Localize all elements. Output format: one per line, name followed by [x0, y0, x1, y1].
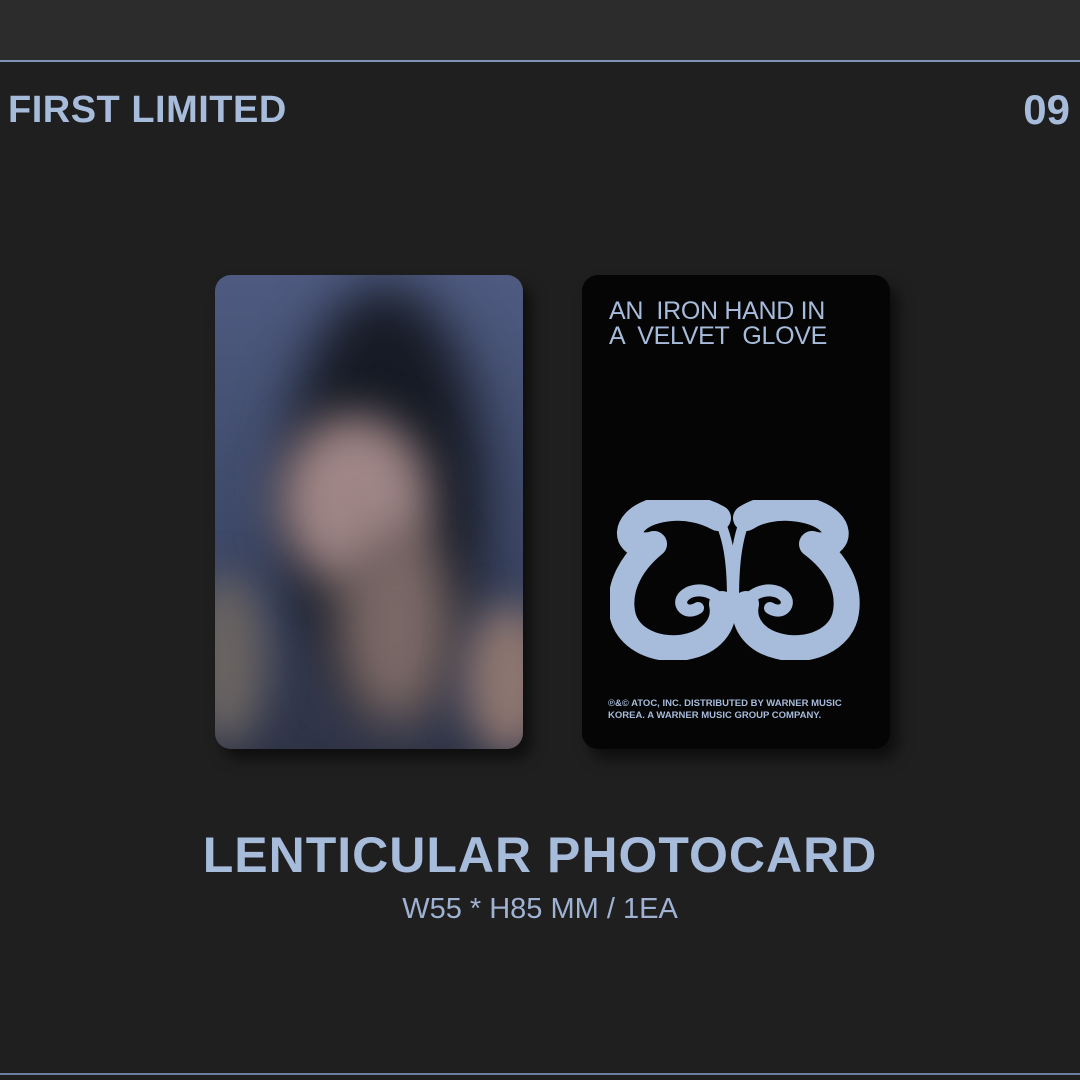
- section-label: FIRST LIMITED: [8, 89, 287, 131]
- photocard-back: AN IRON HAND IN A VELVET GLOVE ℗&© ATOC,…: [582, 275, 890, 749]
- top-band: [0, 0, 1080, 60]
- album-title: AN IRON HAND IN A VELVET GLOVE: [609, 299, 827, 349]
- butterfly-monogram-icon: [610, 500, 860, 660]
- copyright-notice: ℗&© ATOC, INC. DISTRIBUTED BY WARNER MUS…: [608, 698, 878, 722]
- blurred-arm: [215, 575, 265, 745]
- logo-right-wing: [732, 500, 860, 660]
- logo-center-stem: [713, 513, 751, 605]
- item-number: 09: [1023, 86, 1070, 133]
- bottom-divider: [0, 1073, 1080, 1075]
- blurred-shoulder: [465, 605, 523, 749]
- logo-left-wing: [610, 500, 736, 660]
- copyright-line1: ℗&© ATOC, INC. DISTRIBUTED BY WARNER MUS…: [608, 698, 842, 709]
- blurred-neck: [335, 525, 455, 725]
- product-spec: W55 * H85 MM / 1EA: [402, 893, 678, 925]
- album-title-line2: A VELVET GLOVE: [609, 322, 827, 350]
- photocard-front: [215, 275, 523, 749]
- product-title: LENTICULAR PHOTOCARD: [202, 827, 878, 883]
- album-title-line1: AN IRON HAND IN: [609, 297, 826, 325]
- top-divider: [0, 60, 1080, 62]
- copyright-line2: KOREA. A WARNER MUSIC GROUP COMPANY.: [608, 710, 822, 721]
